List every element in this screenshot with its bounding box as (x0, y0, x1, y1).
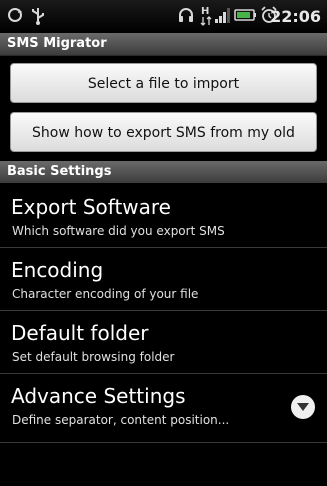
pref-advance-settings[interactable]: Advance Settings Define separator, conte… (0, 375, 327, 443)
status-bar: H 22:06 (0, 0, 327, 33)
section-header-basic-settings: Basic Settings (0, 161, 327, 183)
pref-title: Default folder (11, 321, 149, 345)
pref-summary: Character encoding of your file (12, 287, 199, 301)
status-time: 22:06 (270, 7, 321, 26)
usb-icon (30, 6, 46, 31)
pref-title: Encoding (11, 258, 104, 282)
hspa-icon: H (200, 4, 212, 32)
pref-summary: Define separator, content position... (12, 413, 230, 427)
section-header-label: Basic Settings (7, 164, 112, 179)
signal-icon (214, 6, 232, 29)
show-export-help-button[interactable]: Show how to export SMS from my old phone (10, 112, 317, 181)
pref-summary: Which software did you export SMS (12, 224, 225, 238)
select-file-button[interactable]: Select a file to import (10, 63, 317, 103)
battery-icon (234, 6, 258, 29)
svg-text:H: H (201, 6, 209, 17)
headset-icon (177, 6, 195, 29)
pref-export-software[interactable]: Export Software Which software did you e… (0, 186, 327, 248)
pref-title: Advance Settings (11, 384, 186, 408)
app-title-bar: SMS Migrator (0, 33, 327, 56)
sync-icon (6, 6, 24, 29)
pref-summary: Set default browsing folder (12, 350, 175, 364)
pref-encoding[interactable]: Encoding Character encoding of your file (0, 249, 327, 311)
pref-title: Export Software (11, 195, 171, 219)
app-title: SMS Migrator (7, 36, 107, 51)
pref-default-folder[interactable]: Default folder Set default browsing fold… (0, 312, 327, 374)
chevron-down-icon[interactable] (291, 395, 315, 419)
